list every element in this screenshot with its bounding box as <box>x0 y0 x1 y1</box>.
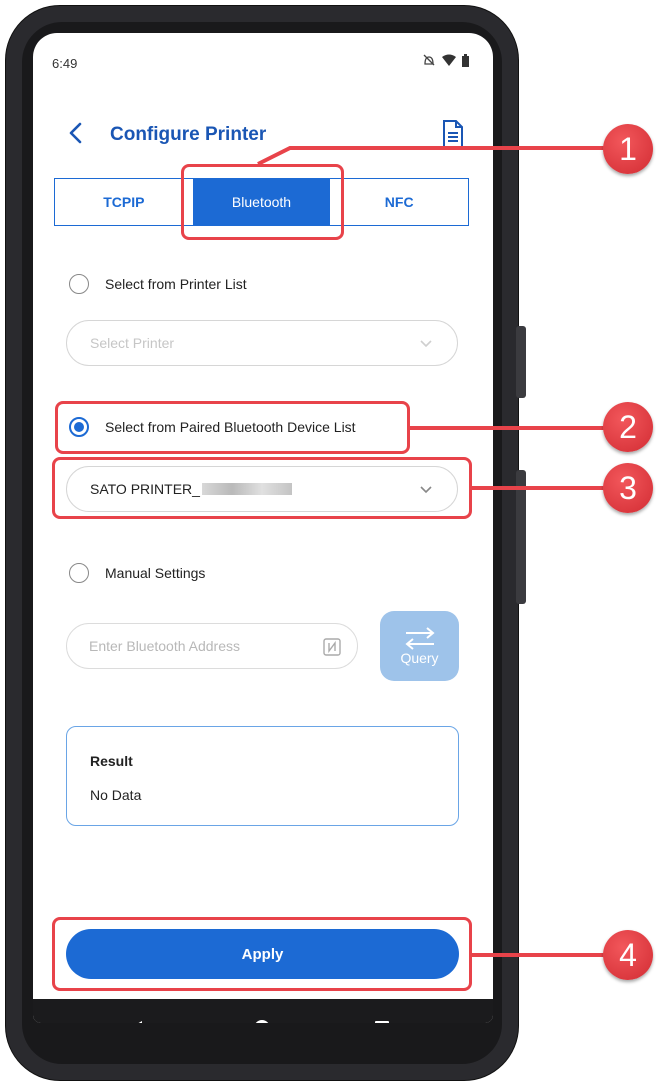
address-placeholder: Enter Bluetooth Address <box>89 638 240 654</box>
chevron-down-icon <box>420 340 432 348</box>
nav-back-icon[interactable] <box>127 1019 145 1023</box>
mute-icon <box>423 54 435 66</box>
callout-highlight-paired-option <box>55 401 410 454</box>
callout-badge-4: 4 <box>603 930 653 980</box>
side-button-volume <box>516 470 526 604</box>
callout-highlight-bluetooth-tab <box>181 164 344 240</box>
callout-badge-2: 2 <box>603 402 653 452</box>
radio-button[interactable] <box>69 274 89 294</box>
nfc-icon[interactable] <box>323 638 341 656</box>
status-icons <box>422 53 469 67</box>
side-button-power <box>516 326 526 398</box>
battery-icon <box>462 53 469 67</box>
callout-highlight-apply-button <box>52 917 472 991</box>
printer-select-dropdown[interactable]: Select Printer <box>66 320 458 366</box>
result-panel: Result No Data <box>66 726 459 826</box>
callout-badge-1: 1 <box>603 124 653 174</box>
nav-home-icon[interactable] <box>253 1019 271 1023</box>
printer-select-placeholder: Select Printer <box>90 335 175 351</box>
bluetooth-address-input[interactable]: Enter Bluetooth Address <box>66 623 358 669</box>
callout-connector <box>410 426 606 430</box>
result-value: No Data <box>90 787 142 803</box>
radio-label: Manual Settings <box>105 565 206 581</box>
wifi-icon <box>442 54 456 66</box>
back-arrow-icon[interactable] <box>61 119 89 147</box>
swap-arrows-icon <box>404 627 435 650</box>
query-button[interactable]: Query <box>380 611 459 681</box>
query-label: Query <box>400 650 439 666</box>
page-title: Configure Printer <box>110 124 267 145</box>
radio-manual-settings[interactable]: Manual Settings <box>69 563 205 583</box>
system-nav-bar <box>33 999 493 1023</box>
radio-button[interactable] <box>69 563 89 583</box>
callout-connector <box>472 953 606 957</box>
callout-connector <box>472 486 606 490</box>
callout-connector <box>257 146 605 166</box>
callout-badge-3: 3 <box>603 463 653 513</box>
nav-recents-icon[interactable] <box>374 1019 390 1023</box>
radio-printer-list[interactable]: Select from Printer List <box>69 274 247 294</box>
tab-tcpip[interactable]: TCPIP <box>55 179 193 225</box>
status-time: 6:49 <box>52 56 78 71</box>
status-bar: 6:49 <box>33 33 493 89</box>
radio-label: Select from Printer List <box>105 276 247 292</box>
result-title: Result <box>90 753 133 769</box>
callout-highlight-device-dropdown <box>52 457 472 519</box>
tab-nfc[interactable]: NFC <box>330 179 468 225</box>
